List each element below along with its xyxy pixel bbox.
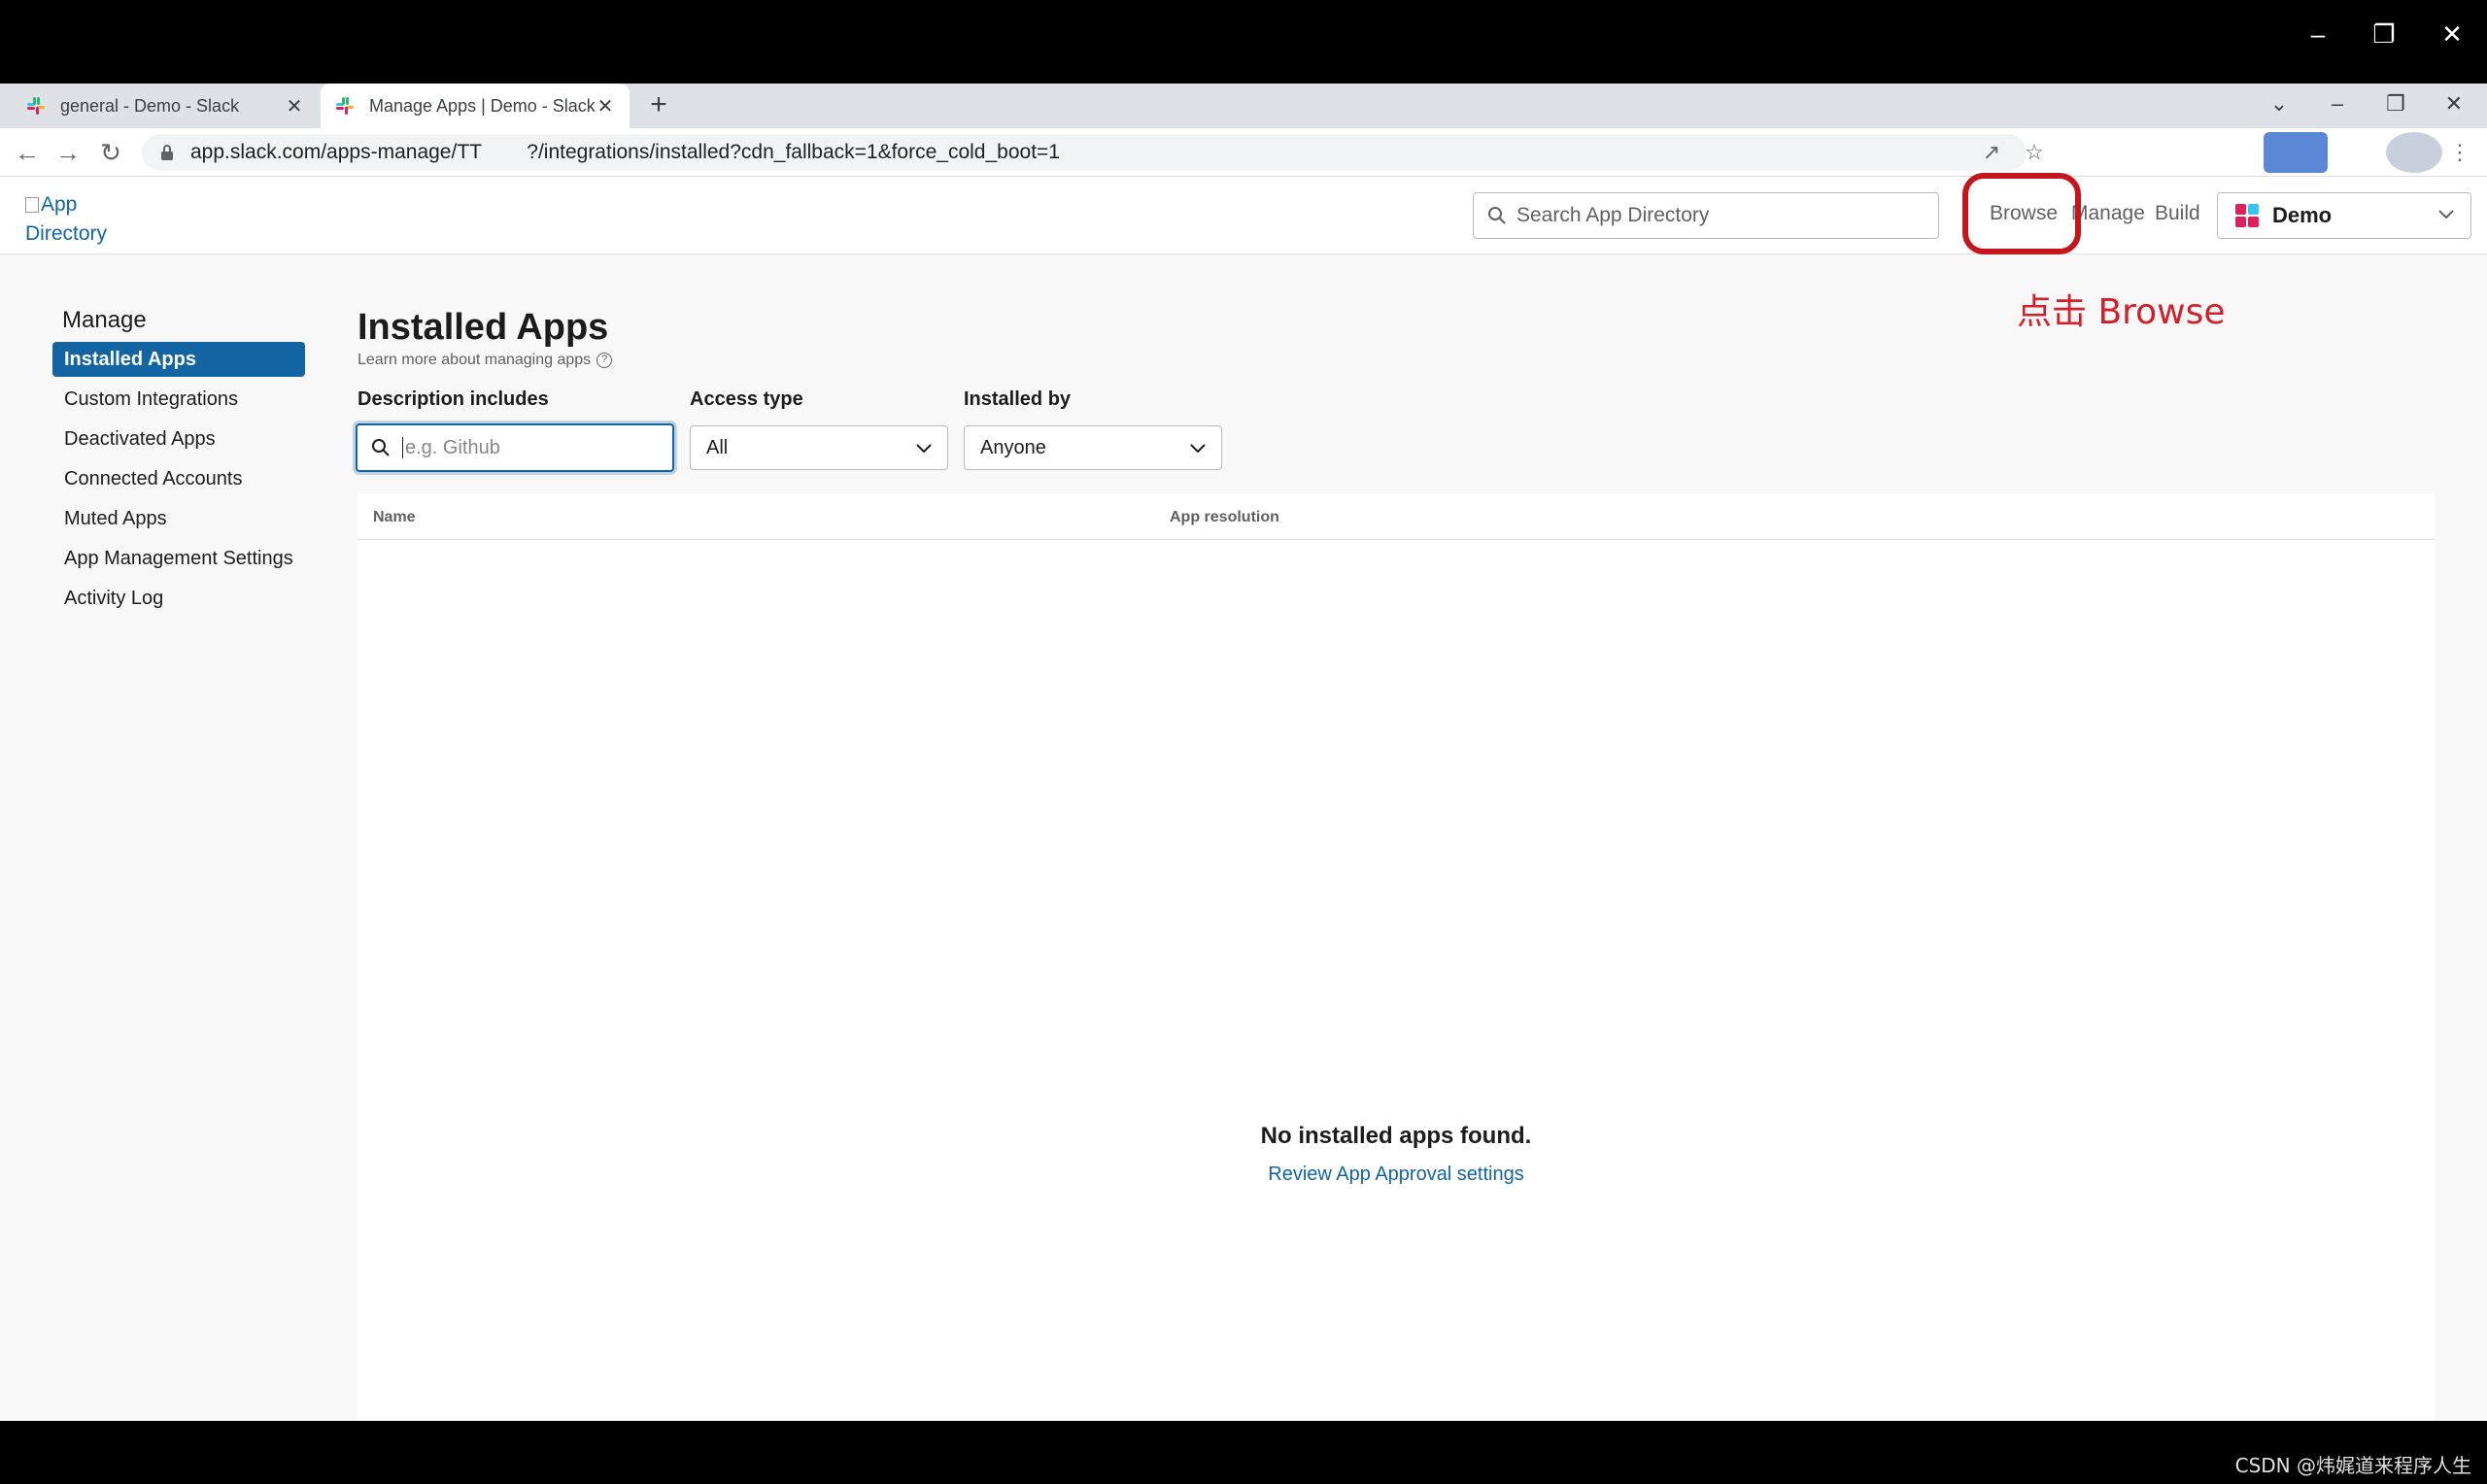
sidebar-item-deactivated-apps[interactable]: Deactivated Apps bbox=[52, 422, 305, 456]
search-app-directory-input[interactable]: Search App Directory bbox=[1473, 192, 1939, 239]
browser-minimize-icon[interactable]: – bbox=[2318, 87, 2357, 120]
learn-more-text: Learn more about managing apps bbox=[358, 352, 592, 368]
table-header-row: Name App resolution bbox=[358, 493, 2435, 540]
installed-by-value: Anyone bbox=[980, 436, 1046, 458]
watermark: CSDN @炜娓道来程序人生 bbox=[2234, 1454, 2471, 1477]
tab-title: Manage Apps | Demo - Slack bbox=[369, 95, 595, 116]
more-menu-icon[interactable]: ⋮ bbox=[2444, 137, 2475, 168]
minimize-icon[interactable]: – bbox=[2299, 17, 2337, 51]
app-directory-header: App Directory Search App Directory Brows… bbox=[0, 177, 2487, 254]
lock-icon bbox=[159, 144, 175, 161]
reload-icon[interactable]: ↻ bbox=[93, 136, 128, 169]
browser-toolbar: ← → ↻ app.slack.com/apps-manage/TT ?/int… bbox=[0, 128, 2487, 177]
access-type-value: All bbox=[706, 436, 729, 458]
slack-logo-icon bbox=[25, 95, 47, 117]
tab-title: general - Demo - Slack bbox=[60, 95, 240, 116]
page-content: App Directory Search App Directory Brows… bbox=[0, 177, 2487, 1421]
restore-icon[interactable]: ❐ bbox=[2365, 17, 2403, 51]
help-question-icon: ? bbox=[596, 353, 613, 368]
installed-apps-table: Name App resolution No installed apps fo… bbox=[358, 493, 2435, 1421]
description-filter-input[interactable]: e.g. Github bbox=[356, 423, 674, 472]
bookmark-star-icon[interactable]: ☆ bbox=[2019, 137, 2050, 168]
review-app-approval-text: Review App Approval settings bbox=[1268, 1164, 1524, 1185]
new-tab-plus-icon[interactable]: + bbox=[641, 84, 676, 128]
chevron-down-icon bbox=[1188, 438, 1208, 463]
annotation-text: 点击 Browse bbox=[2017, 292, 2226, 332]
empty-state-title: No installed apps found. bbox=[1260, 1123, 1532, 1149]
os-title-bar: – ❐ ✕ bbox=[0, 0, 2487, 84]
sidebar-item-muted-apps[interactable]: Muted Apps bbox=[52, 501, 305, 536]
share-icon[interactable]: ↗ bbox=[1976, 137, 2007, 168]
sidebar-item-connected-accounts[interactable]: Connected Accounts bbox=[52, 461, 305, 496]
browser-restore-icon[interactable]: ❐ bbox=[2376, 87, 2415, 120]
url-text: app.slack.com/apps-manage/TT ?/integrati… bbox=[190, 141, 1060, 163]
workspace-name: Demo bbox=[2272, 203, 2333, 227]
learn-more-link[interactable]: Learn more about managing apps ? bbox=[358, 352, 613, 369]
annotation-highlight-ring bbox=[1962, 173, 2081, 254]
nav-manage[interactable]: Manage bbox=[2071, 202, 2145, 225]
slack-logo-icon bbox=[334, 95, 356, 117]
logo-alt-line1: App bbox=[41, 193, 78, 216]
sidebar-item-installed-apps[interactable]: Installed Apps bbox=[52, 342, 305, 377]
tab-general[interactable]: general - Demo - Slack ✕ bbox=[12, 84, 319, 128]
page-title: Installed Apps bbox=[358, 307, 609, 348]
app-directory-logo[interactable]: App Directory bbox=[25, 190, 107, 249]
browser-close-icon[interactable]: ✕ bbox=[2435, 87, 2473, 120]
nav-build[interactable]: Build bbox=[2155, 202, 2200, 225]
column-name[interactable]: Name bbox=[373, 509, 416, 526]
tab-close-icon[interactable]: ✕ bbox=[595, 94, 616, 118]
tab-close-icon[interactable]: ✕ bbox=[284, 94, 305, 118]
chevron-down-icon bbox=[2436, 203, 2457, 230]
os-taskbar bbox=[0, 1421, 2487, 1484]
search-icon bbox=[1487, 206, 1507, 225]
sidebar-title: Manage bbox=[62, 307, 147, 333]
access-type-select[interactable]: All bbox=[690, 425, 948, 470]
logo-alt-line2: Directory bbox=[25, 222, 108, 245]
workspace-icon bbox=[2233, 202, 2261, 229]
column-app-resolution[interactable]: App resolution bbox=[1170, 509, 1279, 526]
sidebar-item-custom-integrations[interactable]: Custom Integrations bbox=[52, 382, 305, 417]
tab-search-chevron-icon[interactable]: ⌄ bbox=[2260, 87, 2299, 120]
back-arrow-icon[interactable]: ← bbox=[10, 136, 45, 169]
workspace-switcher[interactable]: Demo bbox=[2217, 192, 2471, 239]
sidebar-item-activity-log[interactable]: Activity Log bbox=[52, 581, 305, 616]
forward-arrow-icon[interactable]: → bbox=[51, 136, 85, 169]
description-filter-label: Description includes bbox=[358, 388, 549, 410]
installed-by-select[interactable]: Anyone bbox=[964, 425, 1222, 470]
sidebar-item-app-management-settings[interactable]: App Management Settings bbox=[52, 541, 305, 576]
chevron-down-icon bbox=[914, 438, 934, 463]
search-icon bbox=[371, 438, 391, 457]
profile-avatar[interactable] bbox=[2386, 132, 2442, 173]
description-placeholder: e.g. Github bbox=[405, 436, 500, 458]
access-type-label: Access type bbox=[690, 388, 803, 410]
tab-manage-apps[interactable]: Manage Apps | Demo - Slack ✕ bbox=[321, 84, 630, 128]
search-placeholder: Search App Directory bbox=[1516, 204, 1710, 226]
extension-icon[interactable] bbox=[2264, 132, 2328, 173]
broken-image-icon bbox=[25, 197, 39, 213]
installed-by-label: Installed by bbox=[964, 388, 1072, 410]
review-app-approval-link[interactable]: Review App Approval settings bbox=[358, 1164, 2435, 1186]
screen: – ❐ ✕ general - Demo - Slack ✕ Manage Ap… bbox=[0, 0, 2487, 1484]
text-caret bbox=[402, 437, 403, 458]
address-bar[interactable]: app.slack.com/apps-manage/TT ?/integrati… bbox=[142, 134, 2027, 171]
close-icon[interactable]: ✕ bbox=[2433, 17, 2471, 51]
